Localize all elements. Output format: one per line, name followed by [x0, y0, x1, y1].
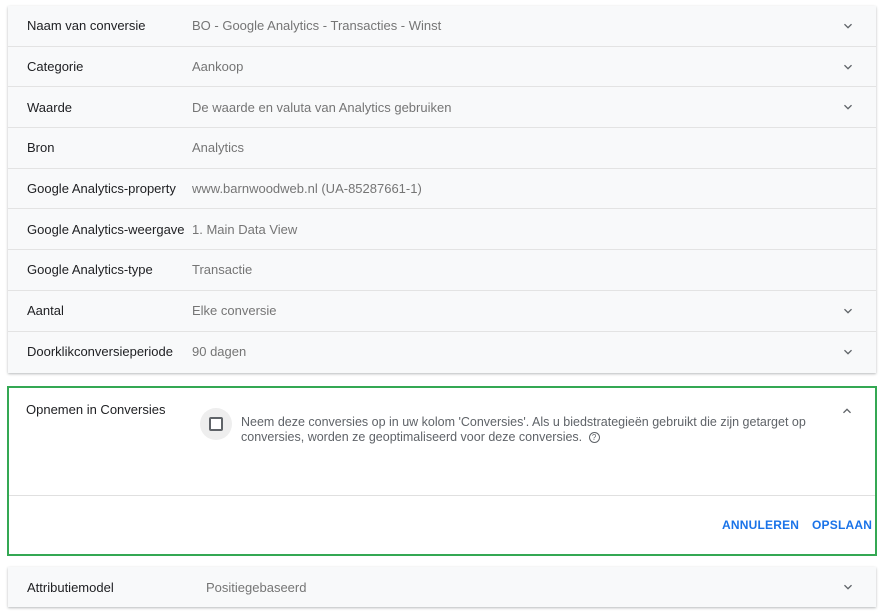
row-label: Aantal	[27, 303, 64, 319]
row-label: Attributiemodel	[27, 579, 114, 595]
chevron-down-icon[interactable]	[840, 303, 856, 319]
row-source: Bron Analytics	[8, 128, 876, 169]
row-conversion-name[interactable]: Naam van conversie BO - Google Analytics…	[8, 6, 876, 47]
chevron-down-icon[interactable]	[840, 59, 856, 75]
row-label: Google Analytics-type	[27, 262, 153, 278]
row-ga-view: Google Analytics-weergave 1. Main Data V…	[8, 209, 876, 251]
chevron-down-icon[interactable]	[840, 99, 856, 115]
row-value: Positiegebaseerd	[206, 579, 307, 595]
include-checkbox[interactable]	[200, 408, 232, 440]
include-description-text: Neem deze conversies op in uw kolom 'Con…	[241, 415, 806, 444]
include-in-conversions-label: Opnemen in Conversies	[26, 402, 166, 417]
row-value: 90 dagen	[192, 344, 247, 360]
row-ga-property: Google Analytics-property www.barnwoodwe…	[8, 169, 876, 210]
row-value: 1. Main Data View	[192, 221, 298, 237]
row-label: Waarde	[27, 99, 73, 115]
row-value: Elke conversie	[192, 303, 277, 319]
row-label: Doorklikconversieperiode	[27, 344, 173, 360]
chevron-down-icon[interactable]	[840, 579, 856, 595]
row-label: Naam van conversie	[27, 18, 146, 34]
save-button[interactable]: OPSLAAN	[812, 518, 872, 532]
row-value: Transactie	[192, 262, 253, 278]
row-value: BO - Google Analytics - Transacties - Wi…	[192, 18, 442, 34]
help-icon[interactable]: ?	[588, 432, 600, 444]
row-label: Categorie	[27, 59, 84, 75]
chevron-down-icon[interactable]	[840, 344, 856, 360]
row-label: Google Analytics-property	[27, 181, 176, 197]
row-label: Bron	[27, 140, 55, 156]
row-category[interactable]: Categorie Aankoop	[8, 47, 876, 88]
divider	[9, 495, 875, 496]
row-value: www.barnwoodweb.nl (UA-85287661-1)	[192, 181, 422, 197]
row-value-setting[interactable]: Waarde De waarde en valuta van Analytics…	[8, 87, 876, 129]
attribution-card: Attributiemodel Positiegebaseerd	[8, 567, 876, 607]
conversion-settings-card: Naam van conversie BO - Google Analytics…	[8, 6, 876, 373]
checkbox-box[interactable]	[209, 417, 223, 431]
include-description: Neem deze conversies op in uw kolom 'Con…	[241, 415, 831, 445]
row-count[interactable]: Aantal Elke conversie	[8, 291, 876, 332]
row-attribution-model[interactable]: Attributiemodel Positiegebaseerd	[8, 567, 876, 607]
chevron-down-icon[interactable]	[840, 18, 856, 34]
row-value: De waarde en valuta van Analytics gebrui…	[192, 99, 452, 115]
row-label: Google Analytics-weergave	[27, 221, 185, 237]
row-value: Aankoop	[192, 59, 244, 75]
cancel-button[interactable]: ANNULEREN	[722, 518, 799, 532]
row-value: Analytics	[192, 140, 245, 156]
include-in-conversions-panel: Opnemen in Conversies Neem deze conversi…	[7, 386, 877, 556]
chevron-up-icon[interactable]	[839, 403, 855, 419]
row-ga-type: Google Analytics-type Transactie	[8, 250, 876, 291]
row-click-through-window[interactable]: Doorklikconversieperiode 90 dagen	[8, 332, 876, 373]
